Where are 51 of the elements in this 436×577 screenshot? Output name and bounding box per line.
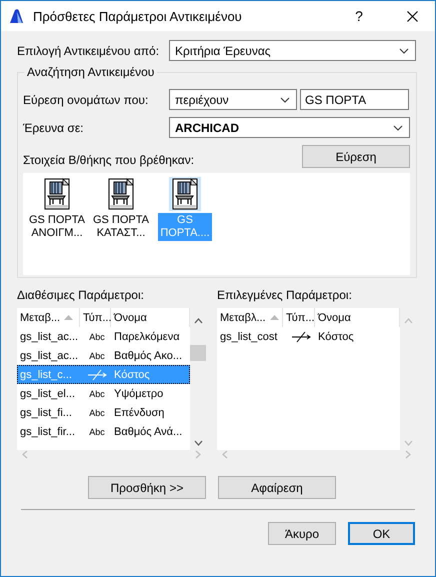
close-icon <box>406 10 418 22</box>
remove-button[interactable]: Αφαίρεση <box>218 476 336 499</box>
object-source-dropdown[interactable]: Κριτήρια Έρευνας <box>169 40 416 61</box>
slanted-line-icon <box>87 368 107 380</box>
scroll-up-icon[interactable] <box>194 318 202 324</box>
column-header[interactable]: Τύπ... <box>283 308 315 327</box>
column-header[interactable]: Τύπ... <box>80 308 111 327</box>
sort-arrow-icon <box>270 315 279 320</box>
list-label: Επιλεγμένες Παράμετροι: <box>217 288 353 302</box>
library-dropdown[interactable]: ARCHICAD <box>169 117 410 138</box>
field-label: Εύρεση ονομάτων που: <box>23 92 150 106</box>
condition-dropdown[interactable]: περιέχουν <box>169 89 297 110</box>
parameter-row[interactable]: gs_list_ac... Abc Βαθμός Ακο... <box>17 346 190 365</box>
parameter-row[interactable]: gs_list_fi... Abc Επένδυση <box>17 403 190 422</box>
column-header[interactable]: Μεταβ... <box>17 308 80 327</box>
scroll-right-icon[interactable] <box>405 450 411 459</box>
parameter-list[interactable]: Μεταβ... Τύπ... Όνομα gs_list_ac... Abc Παρελκόμενα gs_list_ac... Abc Βαθμός Ακο... gs_list_c... Κόστος gs_list_el... Abc Υψόμετρο gs_list_fi... Abc Επένδυση gs_list_fir... Abc Βαθμός Ανά... <box>17 308 206 450</box>
field-label: Επιλογή Αντικειμένου από: <box>17 44 160 58</box>
scroll-left-icon[interactable] <box>222 450 228 459</box>
type-text: Abc <box>89 388 105 398</box>
name-search-field[interactable]: GS ΠΟΡΤΑ <box>300 89 409 110</box>
scroll-down-icon[interactable] <box>194 440 202 446</box>
slanted-line-icon <box>290 330 310 342</box>
parameter-row[interactable]: gs_list_ac... Abc Παρελκόμενα <box>17 327 190 346</box>
dialog-button[interactable]: Άκυρο <box>268 522 336 545</box>
add-button[interactable]: Προσθήκη >> <box>88 476 206 499</box>
scroll-left-icon[interactable] <box>22 450 28 459</box>
parameter-list[interactable]: Μεταβλ... Τύπ... Όνομα gs_list_cost Κόστος <box>217 308 416 450</box>
library-item-label[interactable]: GS ΠΟΡΤΑ ΑΝΟΙΓΜ... <box>26 213 88 241</box>
chair-document-icon[interactable] <box>169 177 201 211</box>
library-item-label[interactable]: GS ΠΟΡΤΑ ΚΑΤΑΣΤ... <box>90 213 152 241</box>
scroll-right-icon[interactable] <box>195 450 201 459</box>
help-button[interactable]: ? <box>337 8 381 24</box>
type-text: Abc <box>89 426 105 436</box>
list-label: Διαθέσιμες Παράμετροι: <box>17 288 145 302</box>
type-text: Abc <box>89 332 105 342</box>
parameter-row[interactable]: gs_list_el... Abc Υψόμετρο <box>17 384 190 403</box>
scrollbar-thumb[interactable] <box>190 345 206 361</box>
field-label: Έρευνα σε: <box>23 120 85 134</box>
window-title: Πρόσθετες Παράμετροι Αντικειμένου <box>33 8 243 24</box>
find-button[interactable]: Εύρεση <box>302 145 410 168</box>
type-text: Abc <box>89 408 105 418</box>
dialog-button[interactable]: OK <box>348 522 415 545</box>
type-text: Abc <box>89 350 105 360</box>
app-logo-icon <box>9 8 25 24</box>
field-label: Στοιχεία Β/θήκης που βρέθηκαν: <box>23 153 194 168</box>
parameter-row[interactable]: gs_list_cost Κόστος <box>217 327 400 346</box>
group-title: Αναζήτηση Αντικειμένου <box>24 65 158 79</box>
sort-arrow-icon <box>64 315 74 320</box>
column-header[interactable]: Μεταβλ... <box>217 308 283 327</box>
parameter-row[interactable]: gs_list_fir... Abc Βαθμός Ανά... <box>17 422 190 441</box>
